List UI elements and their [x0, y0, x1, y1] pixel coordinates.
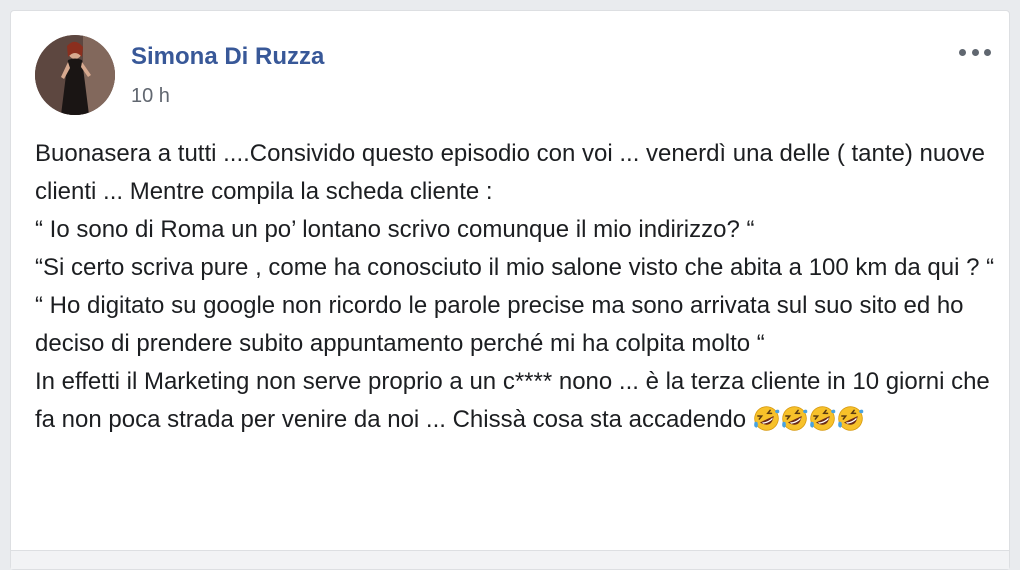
rolling-on-floor-laughing-emoji-icon [753, 406, 780, 431]
post-line: “ Ho digitato su google non ricordo le p… [35, 292, 971, 357]
more-options-icon[interactable] [959, 45, 991, 59]
rolling-on-floor-laughing-emoji-icon [809, 406, 836, 431]
emoji-row [753, 406, 865, 433]
post-footer-bar [11, 550, 1009, 569]
avatar[interactable] [35, 35, 115, 115]
post-line: “ Io sono di Roma un po’ lontano scrivo … [35, 216, 755, 243]
dot [984, 48, 991, 56]
post-line: Buonasera a tutti ....Consivido questo e… [35, 140, 992, 205]
dot [959, 48, 966, 56]
post-line: “Si certo scriva pure , come ha conosciu… [35, 254, 995, 281]
rolling-on-floor-laughing-emoji-icon [837, 406, 864, 431]
rolling-on-floor-laughing-emoji-icon [781, 406, 808, 431]
post-card: Simona Di Ruzza 10 h Buonasera a tutti .… [10, 10, 1010, 570]
post-line-last: In effetti il Marketing non serve propri… [35, 363, 995, 439]
post-body: Buonasera a tutti ....Consivido questo e… [35, 135, 995, 439]
author-name[interactable]: Simona Di Ruzza [131, 43, 324, 71]
dot [971, 48, 979, 56]
post-timestamp[interactable]: 10 h [131, 85, 170, 108]
profile-photo [35, 35, 115, 115]
